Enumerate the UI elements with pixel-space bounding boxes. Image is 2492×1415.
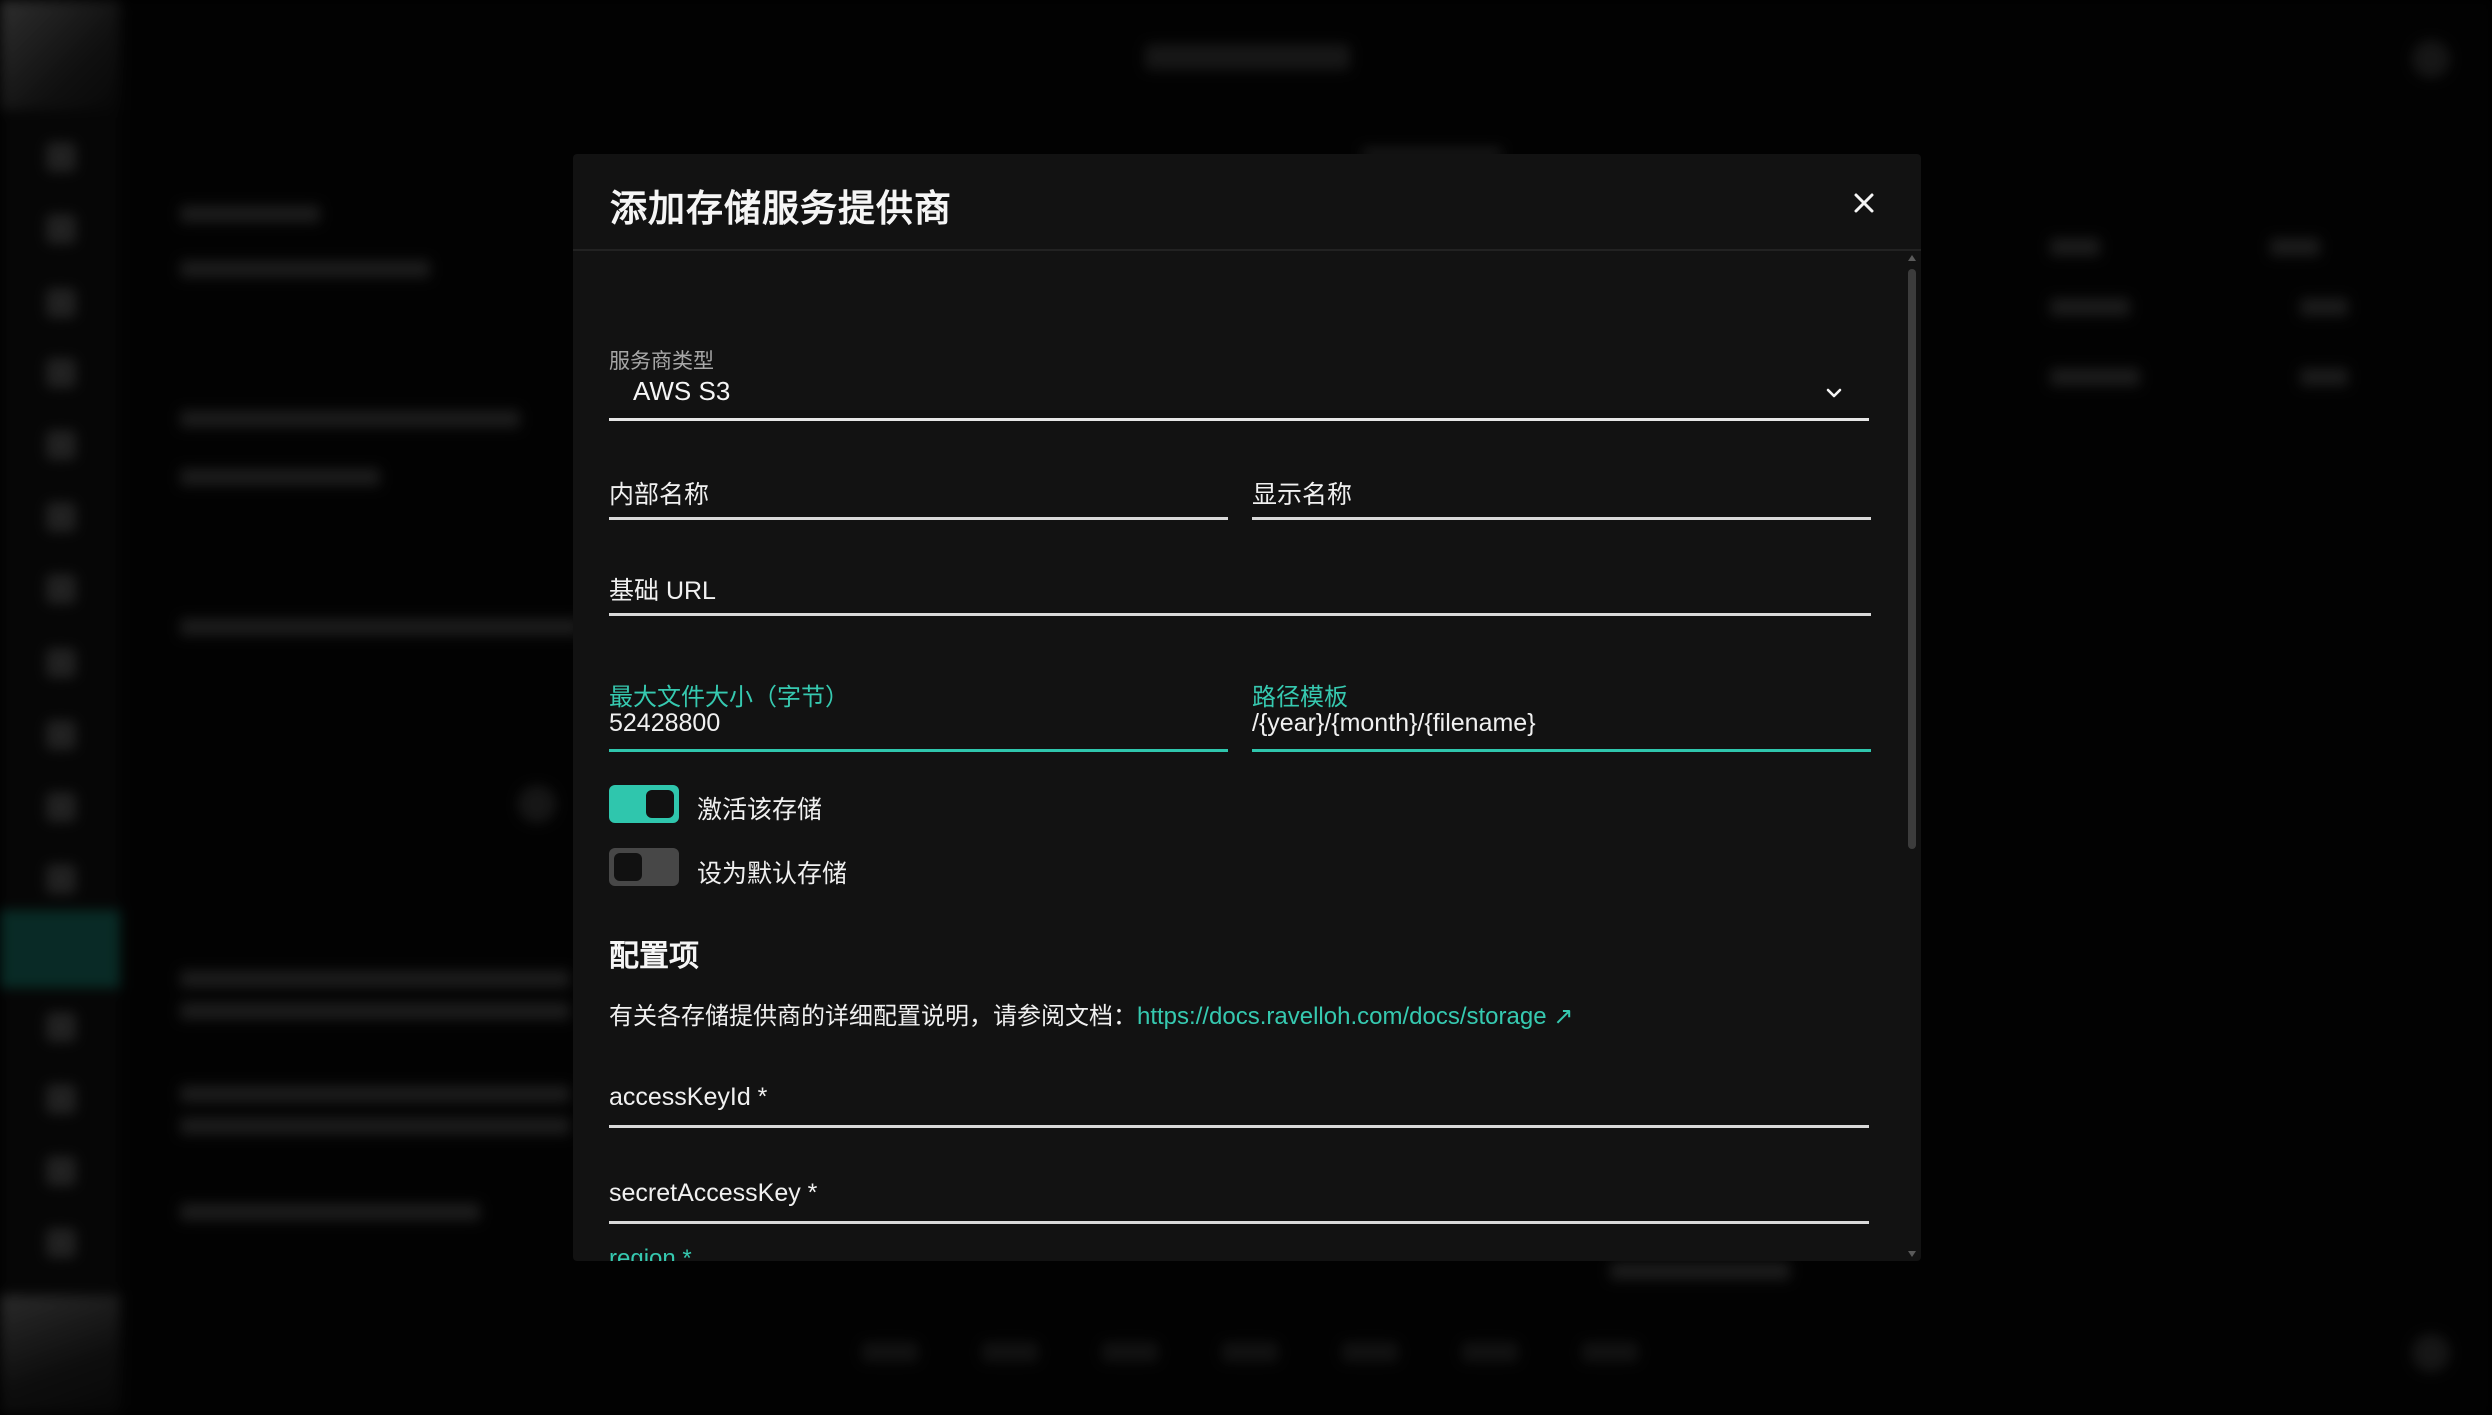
path-template-value: /{year}/{month}/{filename} (1252, 709, 1536, 737)
display-name-field[interactable]: 显示名称 (1252, 469, 1871, 520)
activate-storage-toggle[interactable] (609, 785, 679, 823)
app-root: 添加存储服务提供商 服务商类型 AWS S3 内部名称 显示名称 基础 URL … (0, 0, 2492, 1415)
access-key-id-field[interactable]: accessKeyId * (609, 1077, 1869, 1128)
max-file-size-label: 最大文件大小（字节） (609, 684, 849, 711)
base-url-placeholder: 基础 URL (609, 577, 716, 605)
toggle-knob (614, 853, 642, 881)
internal-name-field[interactable]: 内部名称 (609, 469, 1228, 520)
config-section-title: 配置项 (609, 940, 699, 973)
close-button[interactable] (1849, 188, 1879, 218)
dialog-scrollbar[interactable] (1905, 251, 1921, 1261)
config-doc-text: 有关各存储提供商的详细配置说明，请参阅文档：https://docs.ravel… (609, 996, 1573, 1031)
provider-type-value: AWS S3 (633, 376, 731, 406)
display-name-placeholder: 显示名称 (1252, 481, 1353, 509)
docs-link-text: https://docs.ravelloh.com/docs/storage (1137, 1003, 1547, 1030)
scroll-up-arrow-icon[interactable] (1908, 255, 1916, 261)
max-file-size-value: 52428800 (609, 709, 721, 737)
provider-type-select[interactable]: AWS S3 (609, 368, 1869, 421)
base-url-field[interactable]: 基础 URL (609, 565, 1871, 616)
activate-storage-label: 激活该存储 (697, 796, 823, 824)
path-template-field[interactable]: 路径模板 /{year}/{month}/{filename} (1252, 684, 1871, 752)
docs-link[interactable]: https://docs.ravelloh.com/docs/storage ↗ (1137, 1003, 1573, 1030)
region-label: region * (609, 1245, 692, 1261)
dialog-title: 添加存储服务提供商 (610, 188, 952, 229)
close-icon (1854, 193, 1874, 213)
chevron-down-icon (1826, 388, 1842, 398)
default-storage-toggle[interactable] (609, 848, 679, 886)
secret-access-key-field[interactable]: secretAccessKey * (609, 1173, 1869, 1224)
internal-name-placeholder: 内部名称 (609, 481, 710, 509)
external-link-icon: ↗ (1553, 1003, 1574, 1030)
default-storage-label: 设为默认存储 (697, 860, 848, 888)
dialog-body: 服务商类型 AWS S3 内部名称 显示名称 基础 URL 最大文件大小（字节） (573, 251, 1905, 1261)
access-key-id-placeholder: accessKeyId * (609, 1083, 768, 1111)
max-file-size-field[interactable]: 最大文件大小（字节） 52428800 (609, 684, 1228, 752)
config-doc-description: 有关各存储提供商的详细配置说明，请参阅文档： (609, 1003, 1137, 1030)
scrollbar-thumb[interactable] (1908, 269, 1916, 849)
toggle-knob (646, 790, 674, 818)
scroll-down-arrow-icon[interactable] (1908, 1251, 1916, 1257)
add-storage-provider-dialog: 添加存储服务提供商 服务商类型 AWS S3 内部名称 显示名称 基础 URL … (573, 154, 1921, 1261)
secret-access-key-placeholder: secretAccessKey * (609, 1179, 818, 1207)
dialog-header: 添加存储服务提供商 (573, 154, 1921, 251)
path-template-label: 路径模板 (1252, 684, 1348, 711)
